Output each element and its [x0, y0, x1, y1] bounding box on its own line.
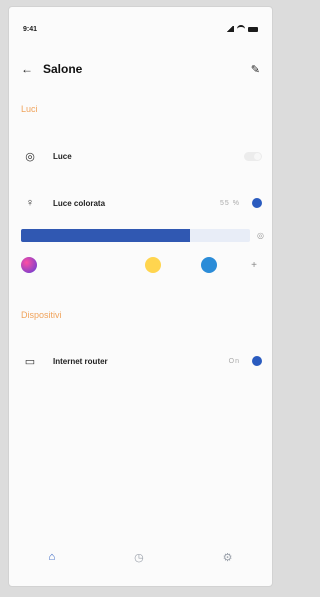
color-presets: +: [21, 257, 262, 277]
device-row-luce-colorata[interactable]: ♀ Luce colorata 55 %: [21, 194, 262, 212]
bulb-icon: ◎: [25, 150, 35, 163]
status-icons: [225, 25, 258, 33]
toggle-switch[interactable]: [244, 151, 262, 161]
device-row-internet-router[interactable]: ▭ Internet router On: [21, 352, 262, 370]
add-color-plus-icon[interactable]: +: [248, 260, 260, 272]
history-icon[interactable]: ◷: [134, 551, 144, 564]
brightness-slider[interactable]: [21, 229, 250, 242]
home-icon[interactable]: ⌂: [48, 551, 55, 563]
edit-pencil-icon[interactable]: ✎: [251, 63, 260, 76]
back-arrow-icon[interactable]: ←: [21, 62, 35, 76]
status-time: 9:41: [23, 25, 38, 33]
device-row-luce[interactable]: ◎ Luce: [21, 147, 262, 165]
bottom-navigation: ⌂ ◷ ⚙: [9, 540, 272, 574]
settings-icon[interactable]: ⚙: [223, 551, 233, 564]
brightness-fill: [21, 229, 191, 242]
pin-bulb-icon: ♀: [25, 197, 35, 209]
router-icon: ▭: [24, 355, 36, 368]
signal-icon: [225, 26, 234, 32]
slider-end-icon: ◎: [257, 231, 264, 240]
page-title: Salone: [43, 62, 83, 76]
header: ← Salone ✎: [21, 59, 260, 79]
toggle-knob[interactable]: [252, 198, 262, 208]
device-value: 55 %: [220, 199, 240, 207]
device-value: On: [228, 357, 240, 365]
battery-icon: [248, 26, 258, 32]
section-title-devices: Dispositivi: [21, 310, 62, 320]
device-name: Luce colorata: [53, 198, 106, 208]
device-name: Internet router: [53, 356, 108, 366]
color-swatch-yellow[interactable]: [145, 257, 161, 273]
color-swatch-blue[interactable]: [201, 257, 217, 273]
status-bar: 9:41: [23, 23, 258, 35]
phone-screen: 9:41 ← Salone ✎ Luci ◎ Luce ♀ Luce color…: [8, 6, 273, 587]
color-swatch-purple[interactable]: [21, 257, 37, 273]
wifi-icon: [237, 25, 245, 33]
section-title-lights: Luci: [21, 104, 38, 114]
device-name: Luce: [53, 151, 72, 161]
toggle-knob[interactable]: [252, 356, 262, 366]
